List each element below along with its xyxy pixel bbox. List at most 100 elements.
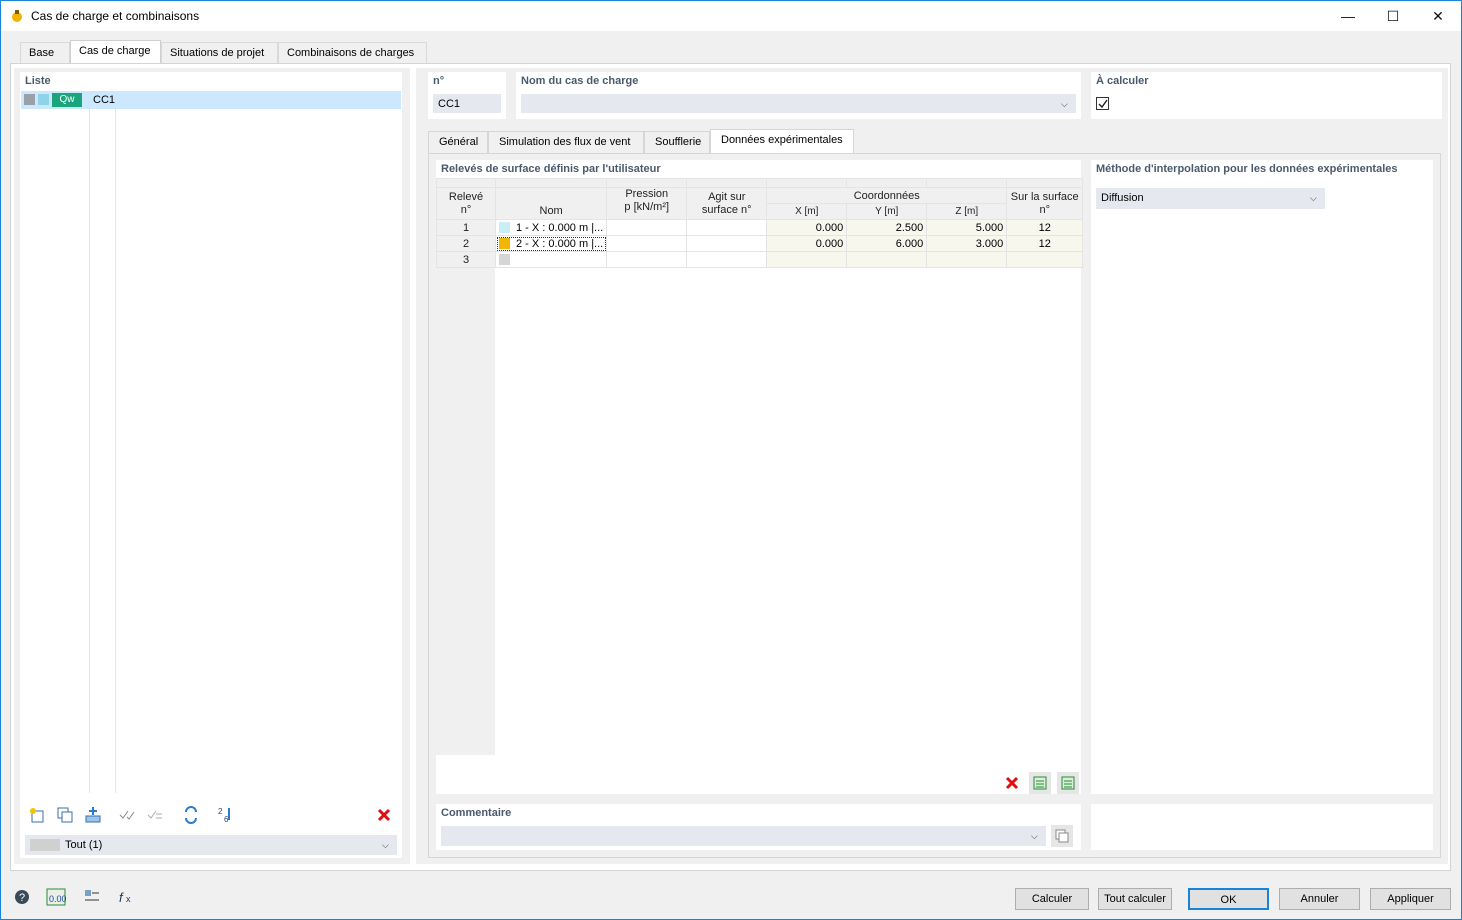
z-cell[interactable]: 3.000	[926, 235, 1008, 252]
table-row[interactable]: 3	[436, 251, 1084, 268]
tab-wind-flow-simulation[interactable]: Simulation des flux de vent	[488, 131, 644, 153]
z-cell[interactable]: 5.000	[926, 219, 1008, 236]
color-swatch-icon	[499, 221, 510, 233]
col-header-name: Nom	[494, 187, 608, 220]
delete-row-icon[interactable]	[1001, 772, 1023, 794]
acts-on-surface-cell[interactable]	[686, 219, 768, 236]
col-header-coordinates: Coordonnées	[766, 187, 1008, 204]
interpolation-label: Méthode d'interpolation pour les données…	[1096, 163, 1398, 175]
delete-item-icon[interactable]	[373, 804, 395, 826]
pressure-cell[interactable]	[606, 251, 688, 268]
list-item-name: CC1	[93, 94, 116, 106]
row-number: 3	[436, 251, 496, 268]
table-row[interactable]: 2 2 - X : 0.000 m |... 0.000 6.000 3.000…	[436, 235, 1084, 252]
title-bar: Cas de charge et combinaisons — ☐ ✕	[0, 0, 1462, 31]
load-case-name-label: Nom du cas de charge	[521, 75, 639, 87]
cancel-button[interactable]: Annuler	[1279, 888, 1360, 910]
renumber-icon[interactable]	[180, 804, 202, 826]
to-calculate-checkbox[interactable]	[1096, 97, 1109, 110]
y-cell[interactable]: 2.500	[846, 219, 928, 236]
tab-base[interactable]: Base	[20, 42, 70, 63]
export-table-icon[interactable]	[1057, 772, 1079, 794]
acts-on-surface-cell[interactable]	[686, 251, 768, 268]
ok-button[interactable]: OK	[1188, 888, 1269, 910]
svg-text:f: f	[119, 890, 124, 905]
load-case-number-field[interactable]: CC1	[433, 94, 501, 113]
maximize-button[interactable]: ☐	[1370, 1, 1416, 31]
interpolation-value: Diffusion	[1101, 192, 1144, 204]
new-item-icon[interactable]	[26, 804, 48, 826]
survey-name-cell[interactable]: 1 - X : 0.000 m |...	[494, 219, 608, 236]
calculate-all-button[interactable]: Tout calculer	[1098, 888, 1172, 910]
uncheck-all-icon[interactable]	[144, 804, 166, 826]
row-header-column	[436, 268, 495, 755]
sort-numbers-icon[interactable]: 26	[214, 804, 236, 826]
chevron-down-icon: ⌵	[1031, 831, 1038, 841]
row-number: 2	[436, 235, 496, 252]
row-number: 1	[436, 219, 496, 236]
tab-general[interactable]: Général	[428, 131, 488, 153]
col-header-pressure: Pression p [kN/m²]	[606, 187, 688, 220]
list-item[interactable]: Qw CC1	[21, 91, 401, 109]
tab-load-combinations[interactable]: Combinaisons de charges	[278, 42, 427, 63]
y-cell[interactable]	[846, 251, 928, 268]
color-swatch-icon	[499, 253, 510, 265]
pressure-cell[interactable]	[606, 235, 688, 252]
surface-cell[interactable]: 12	[1006, 235, 1084, 252]
svg-text:2: 2	[218, 807, 223, 816]
tab-load-cases[interactable]: Cas de charge	[70, 40, 161, 64]
insert-item-icon[interactable]	[82, 804, 104, 826]
help-icon[interactable]: ?	[11, 886, 33, 908]
surface-cell[interactable]	[1006, 251, 1084, 268]
interpolation-group	[1091, 160, 1433, 794]
units-icon[interactable]: 0.00	[45, 886, 67, 908]
acts-on-surface-cell[interactable]	[686, 235, 768, 252]
tab-design-situations[interactable]: Situations de projet	[161, 42, 278, 63]
survey-name-cell[interactable]: 2 - X : 0.000 m |...	[494, 235, 608, 252]
check-all-icon[interactable]	[116, 804, 138, 826]
comment-copy-icon[interactable]	[1051, 825, 1073, 847]
svg-text:x: x	[126, 894, 131, 904]
chevron-down-icon: ⌵	[1061, 99, 1068, 109]
y-cell[interactable]: 6.000	[846, 235, 928, 252]
col-header-x: X [m]	[766, 203, 848, 220]
formula-icon[interactable]: fx	[115, 886, 137, 908]
copy-item-icon[interactable]	[54, 804, 76, 826]
chevron-down-icon: ⌵	[382, 840, 389, 850]
list-filter-select[interactable]: Tout (1) ⌵	[25, 835, 397, 855]
color-swatch-icon	[499, 237, 510, 249]
display-properties-icon[interactable]	[81, 886, 103, 908]
list-header: Liste	[25, 75, 51, 87]
x-cell[interactable]: 0.000	[766, 219, 848, 236]
col-header-survey-no: Relevé n°	[436, 187, 496, 220]
to-calculate-label: À calculer	[1096, 75, 1149, 87]
apply-button[interactable]: Appliquer	[1370, 888, 1451, 910]
pressure-cell[interactable]	[606, 219, 688, 236]
z-cell[interactable]	[926, 251, 1008, 268]
comment-label: Commentaire	[441, 807, 512, 819]
window-title: Cas de charge et combinaisons	[31, 9, 200, 23]
close-window-button[interactable]: ✕	[1415, 1, 1461, 31]
tab-experimental-data[interactable]: Données expérimentales	[710, 129, 854, 154]
import-table-icon[interactable]	[1029, 772, 1051, 794]
list-container	[20, 72, 402, 858]
table-row[interactable]: 1 1 - X : 0.000 m |... 0.000 2.500 5.000…	[436, 219, 1084, 236]
calculate-button[interactable]: Calculer	[1015, 888, 1089, 910]
tab-wind-tunnel[interactable]: Soufflerie	[644, 131, 710, 153]
col-header-on-surface: Sur la surface n°	[1006, 187, 1084, 220]
comment-field[interactable]: ⌵	[441, 826, 1046, 846]
svg-text:0.00: 0.00	[49, 894, 66, 904]
list-filter-value: Tout (1)	[65, 839, 103, 851]
col-header-y: Y [m]	[846, 203, 928, 220]
filter-color-swatch	[30, 839, 60, 851]
col-header-acts-on-surface: Agit sur surface n°	[686, 187, 768, 220]
x-cell[interactable]	[766, 251, 848, 268]
survey-name-cell[interactable]	[494, 251, 608, 268]
column-divider	[89, 109, 90, 793]
minimize-button[interactable]: —	[1325, 1, 1371, 31]
app-icon	[10, 9, 24, 23]
surface-cell[interactable]: 12	[1006, 219, 1084, 236]
interpolation-select[interactable]: Diffusion ⌵	[1096, 188, 1325, 209]
load-case-name-field[interactable]: ⌵	[521, 94, 1076, 113]
x-cell[interactable]: 0.000	[766, 235, 848, 252]
